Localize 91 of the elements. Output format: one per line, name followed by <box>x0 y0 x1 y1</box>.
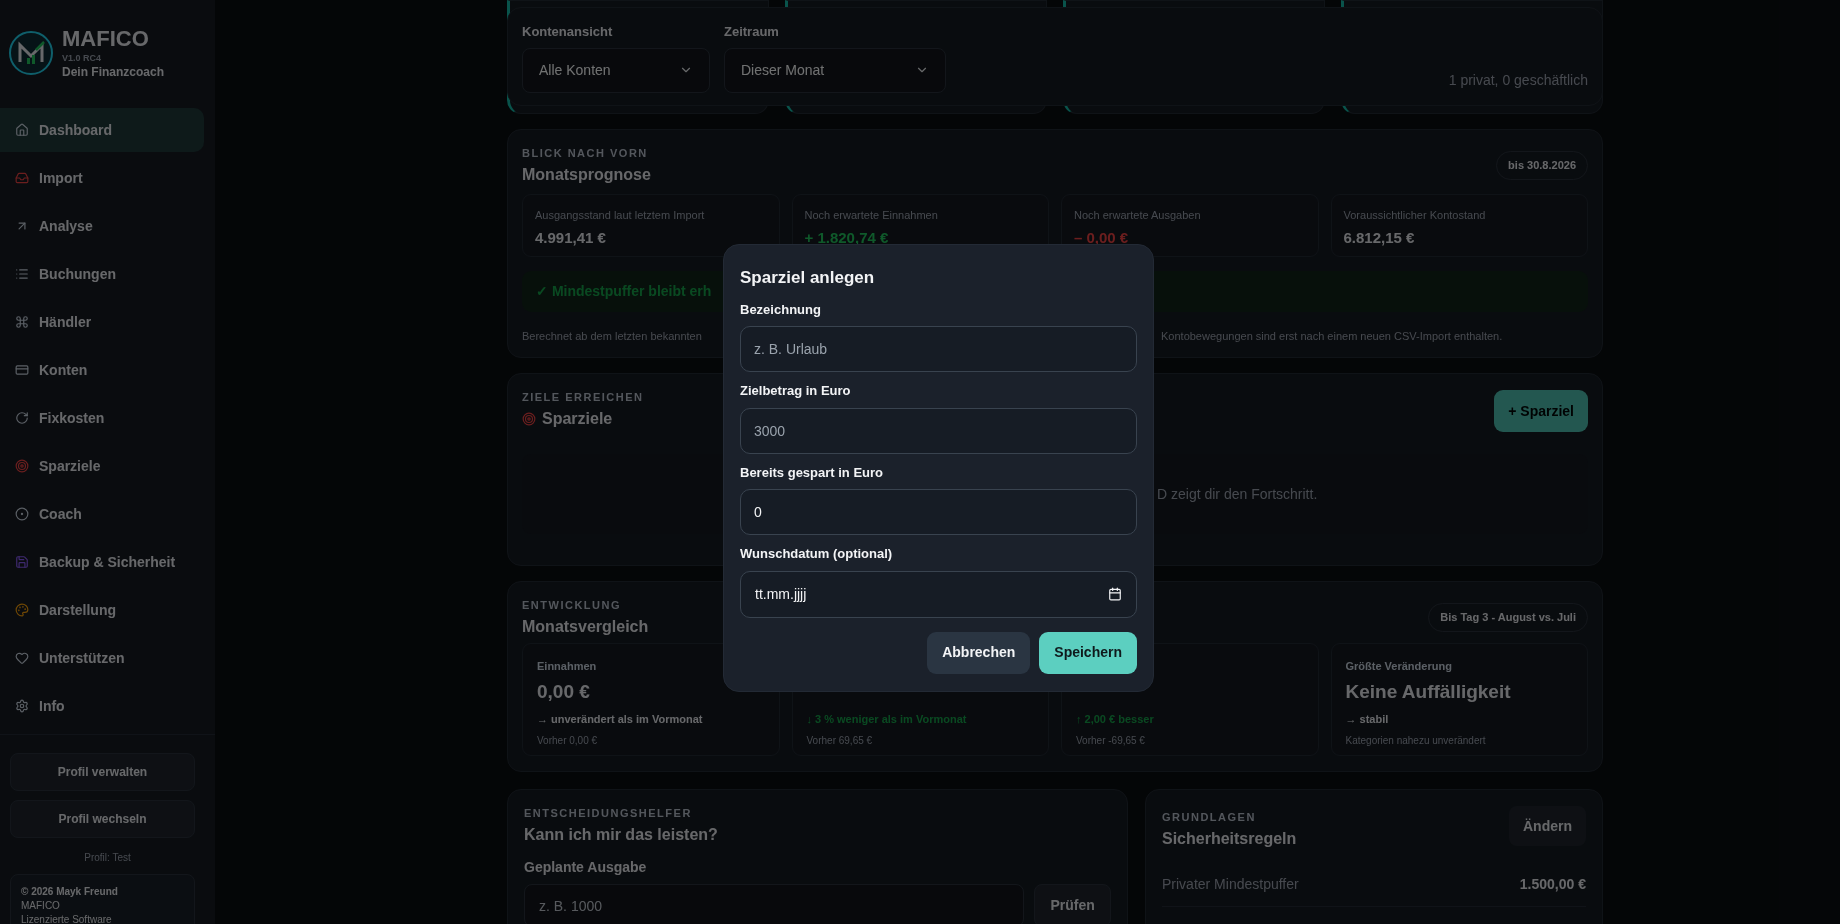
palette-icon <box>15 603 29 617</box>
nav-item[interactable]: Unterstützen <box>0 636 204 680</box>
nav-item[interactable]: Buchungen <box>0 252 204 296</box>
nav-item[interactable]: Analyse <box>0 204 204 248</box>
tile-label: Noch erwartete Einnahmen <box>804 208 938 223</box>
trend-text: → unverändert als im Vormonat <box>537 712 703 727</box>
section-title: Sparziele <box>542 409 613 429</box>
field-label: Geplante Ausgabe <box>524 858 647 877</box>
profile-label: Profil: Test <box>84 851 131 865</box>
nav-item[interactable]: Darstellung <box>0 588 204 632</box>
footer-text: MAFICO <box>21 899 60 913</box>
calendar-icon <box>1108 587 1122 601</box>
circle-icon <box>15 507 29 521</box>
previous-value: Vorher 0,00 € <box>537 733 598 748</box>
date-field[interactable]: tt.mm.jjjj <box>740 570 1137 618</box>
profile-button[interactable]: Profil verwalten <box>10 753 195 791</box>
section-title: Monatsvergleich <box>522 617 649 637</box>
tile-label: Einnahmen <box>537 659 597 674</box>
nav-item[interactable]: Konten <box>0 348 204 392</box>
heart-icon <box>15 651 29 665</box>
section-title: Kann ich mir das leisten? <box>524 825 718 845</box>
tile-label: Größte Veränderung <box>1345 659 1452 674</box>
text-field[interactable]: 0 <box>740 489 1137 535</box>
filter-label: Zeitraum <box>724 23 779 41</box>
account-summary: 1 privat, 0 geschäftlich <box>1448 71 1588 90</box>
settings-icon <box>15 699 29 713</box>
section-eyebrow: GRUNDLAGEN <box>1162 812 1256 823</box>
section-eyebrow: ENTWICKLUNG <box>522 600 621 611</box>
nav-item[interactable]: Sparziele <box>0 444 204 488</box>
nav-item[interactable]: Fixkosten <box>0 396 204 440</box>
empty-state-text: D zeigt dir den Fortschritt. <box>1157 484 1318 504</box>
previous-value: Kategorien nahezu unverändert <box>1345 733 1486 748</box>
tile-value: 0,00 € <box>537 680 590 704</box>
card-icon <box>15 363 29 377</box>
brand-tagline: Dein Finanzcoach <box>62 66 165 78</box>
nav-item[interactable]: Coach <box>0 492 204 536</box>
add-goal-button[interactable]: + Sparziel <box>1494 390 1588 432</box>
section-title: Sicherheitsregeln <box>1162 829 1297 849</box>
refresh-icon <box>15 411 29 425</box>
version-label: V1.0 RC4 <box>62 54 103 63</box>
section-eyebrow: ZIELE ERREICHEN <box>522 392 644 403</box>
target-icon <box>522 412 536 426</box>
tile-value: – 0,00 € <box>1074 227 1129 248</box>
tile-label: Ausgangsstand laut letztem Import <box>535 208 705 223</box>
field-label: Bereits gespart in Euro <box>740 463 884 482</box>
previous-value: Vorher 69,65 € <box>806 733 873 748</box>
edit-button[interactable]: Ändern <box>1509 806 1586 846</box>
previous-value: Vorher -69,65 € <box>1076 733 1145 748</box>
tile-value: + 1.820,74 € <box>804 227 889 248</box>
command-icon <box>15 315 29 329</box>
trend-text: → stabil <box>1345 712 1389 727</box>
tile-label: Noch erwartete Ausgaben <box>1074 208 1201 223</box>
nav-item[interactable]: Dashboard <box>0 108 204 152</box>
nav-item[interactable]: Backup & Sicherheit <box>0 540 204 584</box>
save-button[interactable]: Speichern <box>1039 631 1137 674</box>
forecast-note: Kontobewegungen sind erst nach einem neuen CSV-Import enthalten. <box>1161 329 1503 344</box>
nav-item[interactable]: Händler <box>0 300 204 344</box>
profile-button[interactable]: Profil wechseln <box>10 800 195 838</box>
section-title: Monatsprognose <box>522 165 651 185</box>
house-icon <box>15 123 29 137</box>
text-field[interactable]: z. B. Urlaub <box>740 326 1137 372</box>
inbox-icon <box>15 171 29 185</box>
tile-value: Keine Auffälligkeit <box>1345 680 1511 704</box>
trend-text: ↑ 2,00 € besser <box>1076 712 1154 727</box>
floppy-icon <box>15 555 29 569</box>
check-button[interactable]: Prüfen <box>1034 884 1111 924</box>
footer-text: © 2026 Mayk Freund <box>21 885 118 899</box>
rule-label: Privater Mindestpuffer <box>1162 875 1299 894</box>
nav-item[interactable]: Info <box>0 684 204 728</box>
logo-icon <box>8 30 54 76</box>
field-label: Zielbetrag in Euro <box>740 382 851 400</box>
text-field[interactable]: 3000 <box>740 407 1137 454</box>
trend-text: ↓ 3 % weniger als im Vormonat <box>806 712 967 727</box>
tile-label: Voraussichtlicher Kontostand <box>1343 208 1486 223</box>
section-eyebrow: ENTSCHEIDUNGSHELFER <box>524 808 692 819</box>
cancel-button[interactable]: Abbrechen <box>927 631 1031 674</box>
section-eyebrow: BLICK NACH VORN <box>522 148 648 159</box>
rule-value: 1.500,00 € <box>1519 875 1586 894</box>
nav-item[interactable]: Import <box>0 156 204 200</box>
target-icon <box>15 459 29 473</box>
tile-value: 4.991,41 € <box>535 227 606 248</box>
list-icon <box>15 267 29 281</box>
field-label: Wunschdatum (optional) <box>740 545 893 563</box>
footer-text: Lizenzierte Software <box>21 913 112 924</box>
brand-name: MAFICO <box>62 28 150 50</box>
select-dropdown[interactable]: Dieser Monat <box>724 47 946 93</box>
forecast-note: Berechnet ab dem letzten bekannten <box>522 329 702 344</box>
filter-label: Kontenansicht <box>522 23 613 41</box>
amount-input[interactable]: z. B. 1000 <box>524 884 1025 924</box>
select-dropdown[interactable]: Alle Konten <box>522 47 710 93</box>
tile-value: 6.812,15 € <box>1343 227 1415 248</box>
